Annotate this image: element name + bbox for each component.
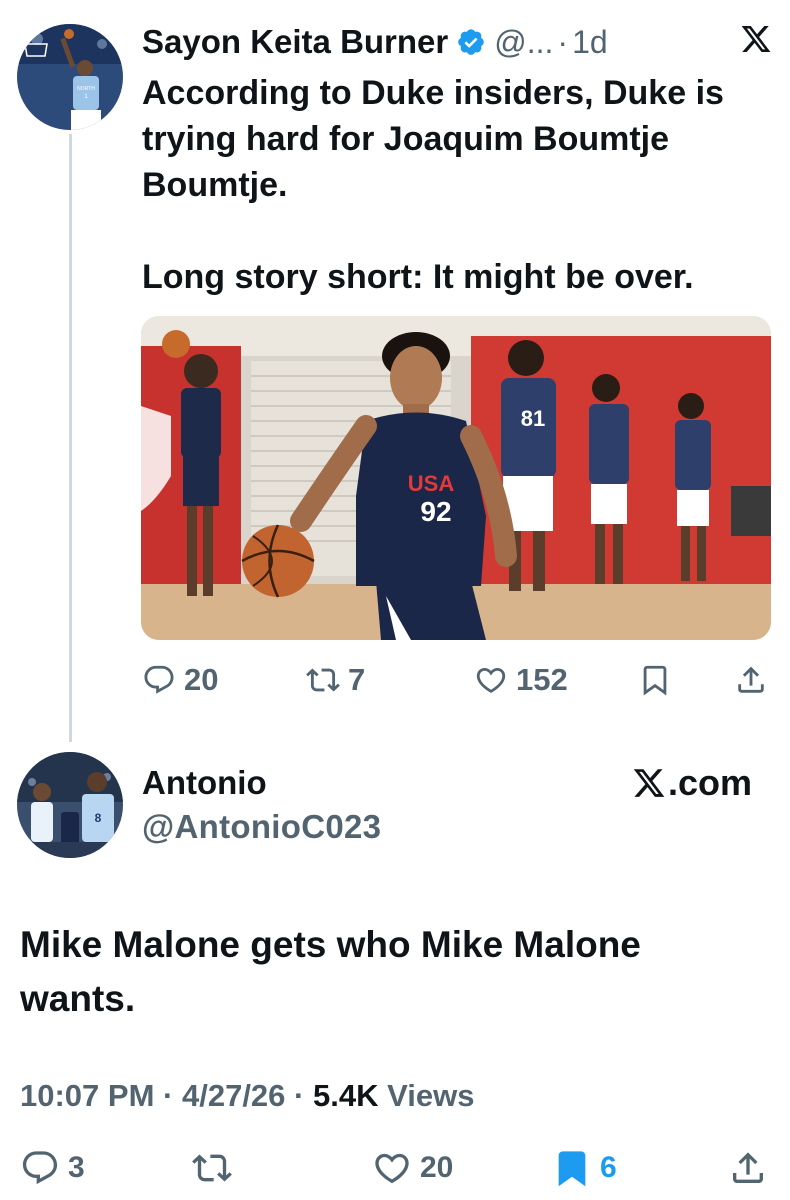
- repost-button[interactable]: 7: [306, 660, 365, 700]
- quoted-tweet-actions: 20 7 152: [142, 660, 772, 700]
- quoted-tweet-text: According to Duke insiders, Duke is tryi…: [142, 74, 724, 204]
- views-label: Views: [387, 1078, 475, 1113]
- author-avatar[interactable]: NORTH 1: [17, 24, 123, 130]
- author-handle[interactable]: @...: [494, 24, 553, 61]
- author-name[interactable]: Antonio: [142, 764, 267, 802]
- bookmark-button[interactable]: [638, 660, 672, 700]
- share-icon: [738, 666, 764, 693]
- brand-domain: .com: [667, 762, 752, 803]
- svg-text:NORTH: NORTH: [77, 86, 95, 92]
- like-count: 152: [516, 662, 568, 697]
- quoted-tweet-header: Sayon Keita Burner @... · 1d: [142, 22, 772, 62]
- repost-icon: [192, 1154, 232, 1182]
- author-handle[interactable]: @AntonioC023: [142, 808, 381, 846]
- like-count: 20: [420, 1151, 454, 1184]
- reply-button[interactable]: 20: [142, 660, 218, 700]
- like-icon: [476, 667, 506, 693]
- like-icon: [375, 1153, 409, 1184]
- verified-badge-icon: [458, 29, 485, 55]
- like-button[interactable]: 152: [474, 660, 568, 700]
- thread-connector-line: [69, 134, 72, 742]
- media-jersey-number: 92: [420, 496, 451, 527]
- tweet-media-image[interactable]: 81 USA 92: [141, 316, 771, 640]
- repost-icon: [306, 668, 340, 692]
- tweet-text: Mike Malone gets who Mike Malone wants.: [20, 924, 641, 1019]
- tweet-time[interactable]: 1d: [572, 24, 608, 61]
- tweet-date[interactable]: 4/27/26: [182, 1078, 285, 1113]
- x-logo-icon: [741, 26, 771, 52]
- share-icon: [733, 1152, 763, 1183]
- repost-button[interactable]: [192, 1148, 232, 1188]
- x-com-brand: .com: [632, 762, 752, 804]
- reply-count: 3: [68, 1151, 85, 1184]
- bookmark-icon: [643, 665, 667, 696]
- share-button[interactable]: [728, 1148, 768, 1188]
- tweet-metadata: 10:07 PM · 4/27/26 · 5.4K Views: [20, 1078, 474, 1114]
- repost-count: 7: [348, 662, 366, 697]
- share-button[interactable]: [734, 660, 768, 700]
- media-jersey-text: USA: [408, 471, 455, 496]
- tweet-actions: 3 20 6: [20, 1148, 780, 1194]
- meta-separator: ·: [163, 1078, 174, 1113]
- bookmark-button[interactable]: 6: [552, 1148, 617, 1188]
- media-back-number: 81: [521, 406, 545, 431]
- bookmark-count: 6: [600, 1151, 617, 1184]
- header-separator: ·: [557, 23, 569, 60]
- reply-count: 20: [184, 662, 219, 697]
- like-button[interactable]: 20: [372, 1148, 453, 1188]
- reply-icon: [144, 665, 174, 694]
- meta-separator: ·: [294, 1078, 305, 1113]
- svg-text:8: 8: [95, 811, 102, 825]
- tweet-time[interactable]: 10:07 PM: [20, 1078, 154, 1113]
- reply-icon: [22, 1151, 58, 1185]
- author-name[interactable]: Sayon Keita Burner: [142, 23, 448, 61]
- quoted-tweet-text-paragraph: Long story short: It might be over.: [142, 258, 694, 296]
- reply-button[interactable]: 3: [20, 1148, 85, 1188]
- bookmark-icon: [558, 1151, 586, 1187]
- views-count: 5.4K: [313, 1078, 379, 1113]
- x-logo-icon: [633, 769, 665, 797]
- author-avatar[interactable]: 8: [17, 752, 123, 858]
